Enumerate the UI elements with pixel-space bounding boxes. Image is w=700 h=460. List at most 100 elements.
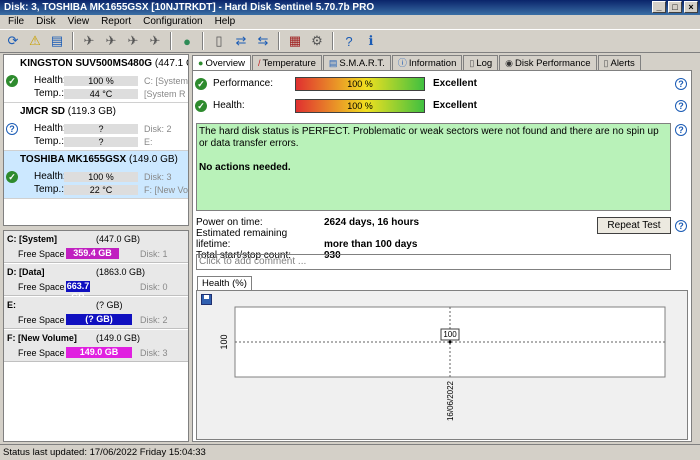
status-description: The hard disk status is PERFECT. Problem…: [196, 123, 671, 211]
ok-status-icon: ✓: [195, 78, 207, 90]
sync-icon[interactable]: ⇄: [231, 31, 251, 51]
health-row: ✓ Health: 100 % Excellent: [195, 99, 675, 113]
toolbar-separator: [278, 32, 280, 50]
data-point: [448, 340, 452, 344]
health-label: Health:: [213, 100, 245, 111]
tab-log[interactable]: ▯ Log: [463, 55, 499, 70]
volume-disk: Disk: 3: [140, 348, 168, 358]
lifetime-value: more than 100 days: [324, 239, 418, 250]
power-on-value: 2624 days, 16 hours: [324, 217, 420, 228]
chart-tab-health[interactable]: Health (%): [197, 276, 252, 291]
disk-health-row: Health: ? Disk: 2: [34, 123, 172, 134]
ok-status-icon: ✓: [6, 171, 18, 183]
information-icon: ⓘ: [397, 58, 407, 68]
disk-temp-row: Temp.: 44 °C [System R: [34, 88, 186, 99]
globe-icon[interactable]: ●: [177, 31, 197, 51]
disk-health-row: Health: 100 % Disk: 3: [34, 171, 172, 182]
satellite-2-icon[interactable]: ✈: [101, 31, 121, 51]
satellite-3-icon[interactable]: ✈: [123, 31, 143, 51]
menu-help[interactable]: Help: [209, 15, 242, 29]
performance-icon: ◉: [505, 58, 514, 68]
volume-disk: Disk: 2: [140, 315, 168, 325]
health-chart-svg: 100 100 16/06/2022: [219, 306, 666, 421]
menu-file[interactable]: File: [2, 15, 30, 29]
disk-temp-row: Temp.: ? E:: [34, 136, 153, 147]
free-space-bar: 663.7 GB: [66, 281, 90, 302]
free-space-bar: (? GB): [66, 314, 132, 325]
volume-disk: Disk: 1: [140, 249, 168, 259]
volume-capacity: (149.0 GB): [96, 333, 141, 343]
disk-name: TOSHIBA MK1655GSX (149.0 GB): [20, 154, 178, 165]
disk-item-2[interactable]: TOSHIBA MK1655GSX (149.0 GB) ✓ Health: 1…: [4, 151, 188, 199]
disk-temp-row: Temp.: 22 °C F: [New Vo: [34, 184, 189, 195]
free-space-label: Free Space: [18, 315, 65, 325]
alerts-icon: ▯: [603, 58, 609, 68]
chart-icon[interactable]: ▦: [285, 31, 305, 51]
power-on-label: Power on time:: [196, 217, 263, 228]
health-help-icon[interactable]: ?: [675, 100, 687, 112]
overview-panel: ✓ Performance: 100 % Excellent ? ✓ Healt…: [192, 70, 692, 442]
tab-overview[interactable]: ● Overview: [192, 55, 252, 71]
health-bar: ?: [64, 124, 138, 134]
info-icon[interactable]: ℹ: [361, 31, 381, 51]
disk-icon[interactable]: ▤: [47, 31, 67, 51]
network-icon[interactable]: ⇆: [253, 31, 273, 51]
toolbar-separator: [170, 32, 172, 50]
menu-view[interactable]: View: [62, 15, 96, 29]
repeat-test-button[interactable]: Repeat Test: [597, 217, 671, 234]
satellite-4-icon[interactable]: ✈: [145, 31, 165, 51]
free-space-bar: 359.4 GB: [66, 248, 119, 259]
disk-name: JMCR SD (119.3 GB): [20, 106, 116, 117]
performance-row: ✓ Performance: 100 % Excellent: [195, 77, 675, 91]
menu-disk[interactable]: Disk: [30, 15, 61, 29]
free-space-label: Free Space: [18, 249, 65, 259]
volume-item-0[interactable]: C: [System] (447.0 GB) Free Space 359.4 …: [4, 231, 188, 263]
repeat-help-icon[interactable]: ?: [675, 220, 687, 232]
status-help-icon[interactable]: ?: [675, 124, 687, 136]
thermometer-icon: /: [258, 58, 261, 68]
health-rating: Excellent: [433, 100, 477, 111]
tab-alerts[interactable]: ▯ Alerts: [597, 55, 641, 70]
satellite-1-icon[interactable]: ✈: [79, 31, 99, 51]
volume-list: C: [System] (447.0 GB) Free Space 359.4 …: [3, 230, 189, 442]
document-icon[interactable]: ▯: [209, 31, 229, 51]
disk-item-1[interactable]: JMCR SD (119.3 GB) ? Health: ? Disk: 2 T…: [4, 103, 188, 151]
volume-item-2[interactable]: E: (? GB) Free Space (? GB) Disk: 2: [4, 297, 188, 329]
window-title: Disk: 3, TOSHIBA MK1655GSX [10NJTRKDT] -…: [4, 2, 375, 13]
tab-smart[interactable]: ▤ S.M.A.R.T.: [322, 55, 391, 70]
tab-temperature[interactable]: / Temperature: [252, 55, 322, 70]
menu-configuration[interactable]: Configuration: [137, 15, 208, 29]
toolbar-separator: [72, 32, 74, 50]
toolbar-separator: [202, 32, 204, 50]
volume-capacity: (? GB): [96, 300, 123, 310]
settings-icon[interactable]: ⚙: [307, 31, 327, 51]
disk-item-0[interactable]: KINGSTON SUV500MS480G (447.1 GB) ✓ Healt…: [4, 55, 188, 103]
volume-name: D: [Data]: [7, 267, 45, 277]
volume-item-3[interactable]: F: [New Volume] (149.0 GB) Free Space 14…: [4, 330, 188, 362]
x-tick-label: 16/06/2022: [446, 380, 455, 421]
alert-icon[interactable]: ⚠: [25, 31, 45, 51]
menu-report[interactable]: Report: [95, 15, 137, 29]
tab-disk-performance[interactable]: ◉ Disk Performance: [499, 55, 597, 70]
performance-help-icon[interactable]: ?: [675, 78, 687, 90]
maximize-button[interactable]: □: [668, 1, 682, 13]
temp-bar: ?: [64, 137, 138, 147]
tab-information[interactable]: ⓘ Information: [391, 55, 463, 70]
data-label: 100: [443, 330, 457, 339]
health-bar: 100 %: [64, 172, 138, 182]
volume-disk: Disk: 0: [140, 282, 168, 292]
volume-item-1[interactable]: D: [Data] (1863.0 GB) Free Space 663.7 G…: [4, 264, 188, 302]
health-bar: 100 %: [295, 99, 425, 113]
volume-name: F: [New Volume]: [7, 333, 77, 343]
status-text: The hard disk status is PERFECT. Problem…: [199, 126, 659, 149]
actions-text: No actions needed.: [199, 162, 291, 173]
refresh-icon[interactable]: ⟳: [3, 31, 23, 51]
volume-name: E:: [7, 300, 16, 310]
disk-list: KINGSTON SUV500MS480G (447.1 GB) ✓ Healt…: [3, 54, 189, 226]
minimize-button[interactable]: _: [652, 1, 666, 13]
performance-label: Performance:: [213, 78, 274, 89]
ok-status-icon: ✓: [6, 75, 18, 87]
comment-input[interactable]: Click to add comment ...: [196, 254, 671, 270]
close-button[interactable]: ×: [684, 1, 698, 13]
help-icon[interactable]: ?: [339, 31, 359, 51]
